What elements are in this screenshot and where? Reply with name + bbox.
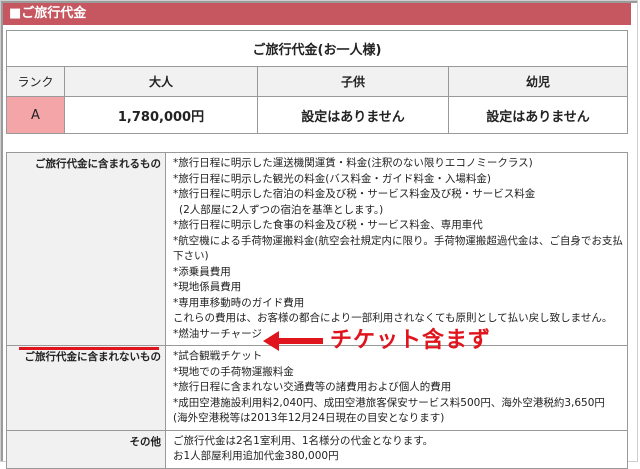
infant-price-cell: 設定はありません — [448, 96, 628, 134]
left-arrow-icon — [263, 331, 323, 351]
included-row: ご旅行代金に含まれるもの *旅行日程に明示した運送機関運賃・料金(注釈のない限り… — [6, 152, 628, 346]
adult-price-cell: 1,780,000円 — [64, 96, 258, 134]
details-table: ご旅行代金に含まれるもの *旅行日程に明示した運送機関運賃・料金(注釈のない限り… — [6, 152, 628, 469]
excluded-line: *現地での手荷物運搬料金 — [173, 365, 294, 378]
excluded-line: *成田空港施設利用料2,040円、成田空港旅客保安サービス料500円、海外空港税… — [173, 396, 605, 409]
included-line: *現地係員費用 — [173, 281, 242, 293]
price-table-header-row: ランク 大人 子供 幼児 — [6, 66, 628, 97]
column-header-rank: ランク — [6, 66, 65, 97]
excluded-content: *試合観戦チケット *現地での手荷物運搬料金 *旅行日程に含まれない交通費等の諸… — [165, 345, 628, 431]
annotation-text: チケット含まず — [330, 328, 492, 353]
highlight-underline — [19, 347, 159, 350]
excluded-line: (海外空港税等は2013年12月24日現在の目安となります) — [173, 412, 445, 424]
other-content: ご旅行代金は2名1室利用、1名様分の代金となります。 お1人部屋利用追加代金38… — [165, 429, 628, 469]
included-line: *航空機による手荷物運搬料金(航空会社規定内に限り。手荷物運搬超過代金は、ご自身… — [173, 234, 623, 263]
included-line: *旅行日程に明示した宿泊の料金及び税・サービス料金及び税・サービス料金 — [173, 188, 536, 200]
included-line: *旅行日程に明示した運送機関運賃・料金(注釈のない限りエコノミークラス) — [173, 157, 533, 169]
other-row: その他 ご旅行代金は2名1室利用、1名様分の代金となります。 お1人部屋利用追加… — [6, 429, 628, 469]
section-header: ■ご旅行代金 — [3, 3, 631, 25]
excluded-line: *旅行日程に含まれない交通費等の諸費用および個人的費用 — [173, 381, 452, 393]
excluded-label: ご旅行代金に含まれないもの — [6, 345, 166, 431]
rank-cell: A — [6, 96, 65, 134]
price-table-row: A 1,780,000円 設定はありません 設定はありません — [6, 96, 628, 134]
column-header-adult: 大人 — [64, 66, 258, 97]
price-table: ご旅行代金(お一人様) ランク 大人 子供 幼児 A 1,780,000円 設定… — [6, 30, 628, 134]
price-table-title: ご旅行代金(お一人様) — [6, 30, 628, 67]
other-line: ご旅行代金は2名1室利用、1名様分の代金となります。 — [173, 434, 434, 447]
included-line: *旅行日程に明示した食事の料金及び税・サービス料金、専用車代 — [173, 219, 483, 231]
child-price-cell: 設定はありません — [257, 96, 449, 134]
column-header-child: 子供 — [257, 66, 449, 97]
included-label: ご旅行代金に含まれるもの — [6, 152, 166, 346]
included-content: *旅行日程に明示した運送機関運賃・料金(注釈のない限りエコノミークラス) *旅行… — [165, 152, 628, 346]
column-header-infant: 幼児 — [448, 66, 628, 97]
excluded-row: ご旅行代金に含まれないもの *試合観戦チケット *現地での手荷物運搬料金 *旅行… — [6, 345, 628, 431]
included-line: *旅行日程に明示した観光の料金(バス料金・ガイド料金・入場料金) — [173, 172, 491, 185]
included-line: *添乗員費用 — [173, 265, 231, 278]
included-line: *専用車移動時のガイド費用 — [173, 296, 305, 309]
other-line: お1人部屋利用追加代金380,000円 — [173, 450, 339, 462]
included-line: (2人部屋に2人ずつの宿泊を基準とします。) — [179, 203, 384, 216]
other-label: その他 — [6, 429, 166, 469]
